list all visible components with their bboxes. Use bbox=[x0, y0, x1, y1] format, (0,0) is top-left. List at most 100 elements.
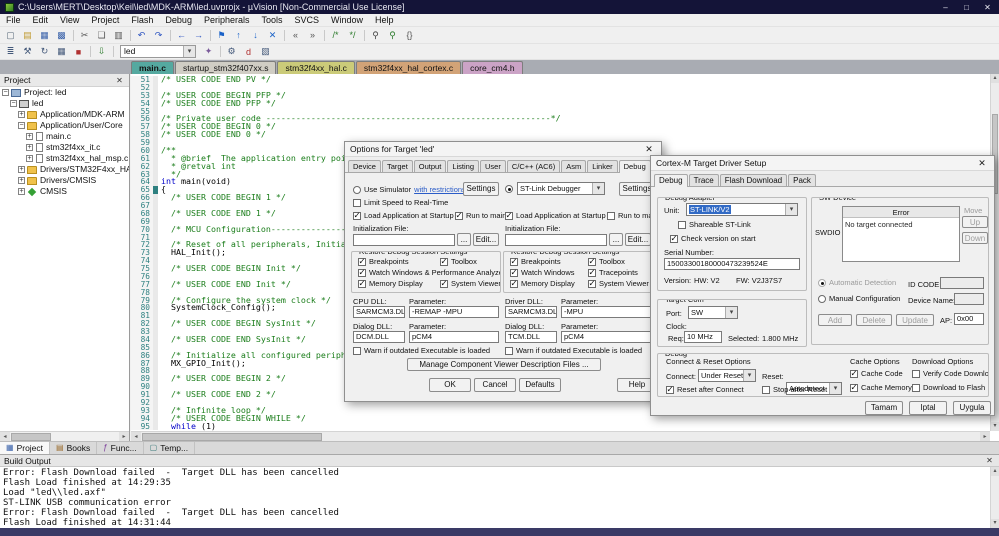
shareable-stlink-checkbox[interactable]: Shareable ST-Link bbox=[678, 220, 751, 229]
memory-display-checkbox-right[interactable]: Memory Display bbox=[510, 279, 575, 288]
use-debugger-radio[interactable] bbox=[505, 185, 513, 193]
scroll-thumb[interactable] bbox=[142, 433, 322, 441]
close-icon[interactable]: ✕ bbox=[984, 456, 995, 465]
scroll-right-arrow-icon[interactable]: ▸ bbox=[980, 432, 990, 441]
flash-download-icon[interactable]: ⇩ bbox=[93, 45, 110, 59]
menu-item[interactable]: View bbox=[54, 15, 85, 25]
unit-select[interactable]: ST-LINK/V2 bbox=[686, 203, 798, 216]
editor-horizontal-scrollbar[interactable]: ◂ ▸ bbox=[131, 431, 990, 441]
warn-outdated-checkbox-right[interactable]: Warn if outdated Executable is loaded bbox=[505, 346, 642, 355]
tree-item-drivers-cmsis[interactable]: + Drivers/CMSIS bbox=[0, 175, 129, 186]
add-button[interactable]: Add bbox=[818, 314, 852, 326]
previous-bookmark-icon[interactable]: ↑ bbox=[230, 28, 247, 42]
dialog-parameter-input-right[interactable]: pCM4 bbox=[561, 331, 653, 343]
dialog-parameter-input-left[interactable]: pCM4 bbox=[409, 331, 499, 343]
menu-item[interactable]: Window bbox=[325, 15, 369, 25]
tree-item-project-led[interactable]: − Project: led bbox=[0, 87, 129, 98]
breakpoints-checkbox-right[interactable]: Breakpoints bbox=[510, 257, 561, 266]
dialog-tab[interactable]: Flash Download bbox=[720, 174, 787, 186]
open-file-icon[interactable]: ▤ bbox=[19, 28, 36, 42]
editor-tab-hal-c[interactable]: stm32f4xx_hal.c bbox=[277, 61, 354, 74]
defaults-button[interactable]: Defaults bbox=[519, 378, 561, 392]
scroll-left-arrow-icon[interactable]: ◂ bbox=[131, 432, 141, 441]
watch-windows-checkbox-right[interactable]: Watch Windows bbox=[510, 268, 575, 277]
tree-expander-icon[interactable]: − bbox=[18, 122, 25, 129]
dialog-tab[interactable]: Target bbox=[382, 160, 413, 172]
browse-button-left[interactable]: ... bbox=[457, 233, 471, 246]
dialog-tab[interactable]: Trace bbox=[689, 174, 719, 186]
cut-icon[interactable]: ✂ bbox=[76, 28, 93, 42]
editor-tab-hal-cortex-c[interactable]: stm32f4xx_hal_cortex.c bbox=[356, 61, 461, 74]
tree-expander-icon[interactable]: + bbox=[18, 188, 25, 195]
apply-button[interactable]: Uygula bbox=[953, 401, 991, 415]
dialog-tab[interactable]: User bbox=[480, 160, 506, 172]
req-clock-field[interactable]: 10 MHz bbox=[684, 331, 722, 343]
manage-component-viewer-button[interactable]: Manage Component Viewer Description File… bbox=[407, 358, 601, 371]
close-icon[interactable]: ✕ bbox=[642, 144, 656, 155]
bookmark-icon[interactable]: ⚑ bbox=[213, 28, 230, 42]
idcode-field[interactable] bbox=[940, 277, 984, 289]
build-output-log[interactable]: Error: Flash Download failed - Target DL… bbox=[0, 467, 990, 528]
new-file-icon[interactable]: ▢ bbox=[2, 28, 19, 42]
debug-start-icon[interactable]: d bbox=[240, 45, 257, 59]
breakpoints-checkbox-left[interactable]: Breakpoints bbox=[358, 257, 409, 266]
debug-driver-select[interactable]: ST-Link Debugger bbox=[517, 182, 605, 195]
edit-button-left[interactable]: Edit... bbox=[473, 233, 499, 246]
tree-expander-icon[interactable]: − bbox=[10, 100, 17, 107]
warn-outdated-checkbox-left[interactable]: Warn if outdated Executable is loaded bbox=[353, 346, 490, 355]
connect-select[interactable]: Under Reset bbox=[698, 369, 756, 382]
close-button[interactable]: ✕ bbox=[981, 3, 994, 12]
edit-button-right[interactable]: Edit... bbox=[625, 233, 651, 246]
dialog-dll-input-left[interactable]: DCM.DLL bbox=[353, 331, 405, 343]
dialog-tab[interactable]: Linker bbox=[587, 160, 617, 172]
stop-after-reset-checkbox[interactable]: Stop after Reset bbox=[762, 385, 827, 394]
delete-button[interactable]: Delete bbox=[856, 314, 892, 326]
ap-field[interactable]: 0x00 bbox=[954, 313, 984, 325]
serial-number-field[interactable]: 15003300180000473239524E bbox=[664, 258, 800, 270]
build-icon[interactable]: ⚒ bbox=[19, 45, 36, 59]
dialog-dll-input-right[interactable]: TCM.DLL bbox=[505, 331, 557, 343]
paste-icon[interactable]: ▥ bbox=[110, 28, 127, 42]
tracepoints-checkbox-right[interactable]: Tracepoints bbox=[588, 268, 638, 277]
next-bookmark-icon[interactable]: ↓ bbox=[247, 28, 264, 42]
simulator-settings-button[interactable]: Settings bbox=[463, 182, 499, 196]
tree-expander-icon[interactable]: + bbox=[18, 111, 25, 118]
dialog-titlebar[interactable]: Options for Target 'led' ✕ bbox=[345, 142, 661, 157]
init-file-input-right[interactable] bbox=[505, 234, 607, 246]
watch-windows-checkbox-left[interactable]: Watch Windows & Performance Analyzer bbox=[358, 268, 501, 277]
with-restrictions-link[interactable]: with restrictions bbox=[414, 185, 466, 194]
menu-item[interactable]: Edit bbox=[27, 15, 55, 25]
build-output-scrollbar[interactable]: ▴ ▾ bbox=[990, 467, 999, 528]
tree-item-target-led[interactable]: − led bbox=[0, 98, 129, 109]
uncomment-icon[interactable]: */ bbox=[344, 28, 361, 42]
use-simulator-radio[interactable]: Use Simulator with restrictions bbox=[353, 185, 466, 194]
outdent-icon[interactable]: « bbox=[287, 28, 304, 42]
tree-expander-icon[interactable]: + bbox=[18, 177, 25, 184]
tree-expander-icon[interactable]: + bbox=[18, 166, 25, 173]
panel-tab-project[interactable]: ▦Project bbox=[0, 442, 50, 454]
dialog-tab[interactable]: Debug bbox=[654, 174, 688, 187]
download-to-flash-checkbox[interactable]: Download to Flash bbox=[912, 383, 985, 392]
verify-code-download-checkbox[interactable]: Verify Code Download bbox=[912, 369, 989, 378]
editor-tab-core-cm4-h[interactable]: core_cm4.h bbox=[462, 61, 522, 74]
cache-memory-checkbox[interactable]: Cache Memory bbox=[850, 383, 912, 392]
menu-item[interactable]: Project bbox=[85, 15, 125, 25]
target-select[interactable]: led bbox=[120, 45, 196, 58]
save-icon[interactable]: ▦ bbox=[36, 28, 53, 42]
tree-item-stm32f4xx-hal-msp-c[interactable]: + stm32f4xx_hal_msp.c bbox=[0, 153, 129, 164]
update-button[interactable]: Update bbox=[896, 314, 934, 326]
cancel-button[interactable]: Cancel bbox=[474, 378, 516, 392]
dialog-tab[interactable]: Pack bbox=[788, 174, 816, 186]
toolbox-checkbox-right[interactable]: Toolbox bbox=[588, 257, 625, 266]
panel-tab-books[interactable]: ▤Books bbox=[50, 442, 97, 454]
menu-item[interactable]: Help bbox=[369, 15, 400, 25]
scroll-right-arrow-icon[interactable]: ▸ bbox=[119, 432, 129, 441]
copy-icon[interactable]: ❏ bbox=[93, 28, 110, 42]
find-in-files-icon[interactable]: ⚲ bbox=[384, 28, 401, 42]
dialog-tab[interactable]: Asm bbox=[561, 160, 586, 172]
redo-icon[interactable]: ↷ bbox=[150, 28, 167, 42]
panel-tab-functions[interactable]: ƒFunc... bbox=[97, 442, 143, 454]
driver-dll-input[interactable]: SARMCM3.DLL bbox=[505, 306, 557, 318]
load-application-checkbox-left[interactable]: Load Application at Startup bbox=[353, 211, 454, 220]
tree-expander-icon[interactable]: + bbox=[26, 133, 33, 140]
